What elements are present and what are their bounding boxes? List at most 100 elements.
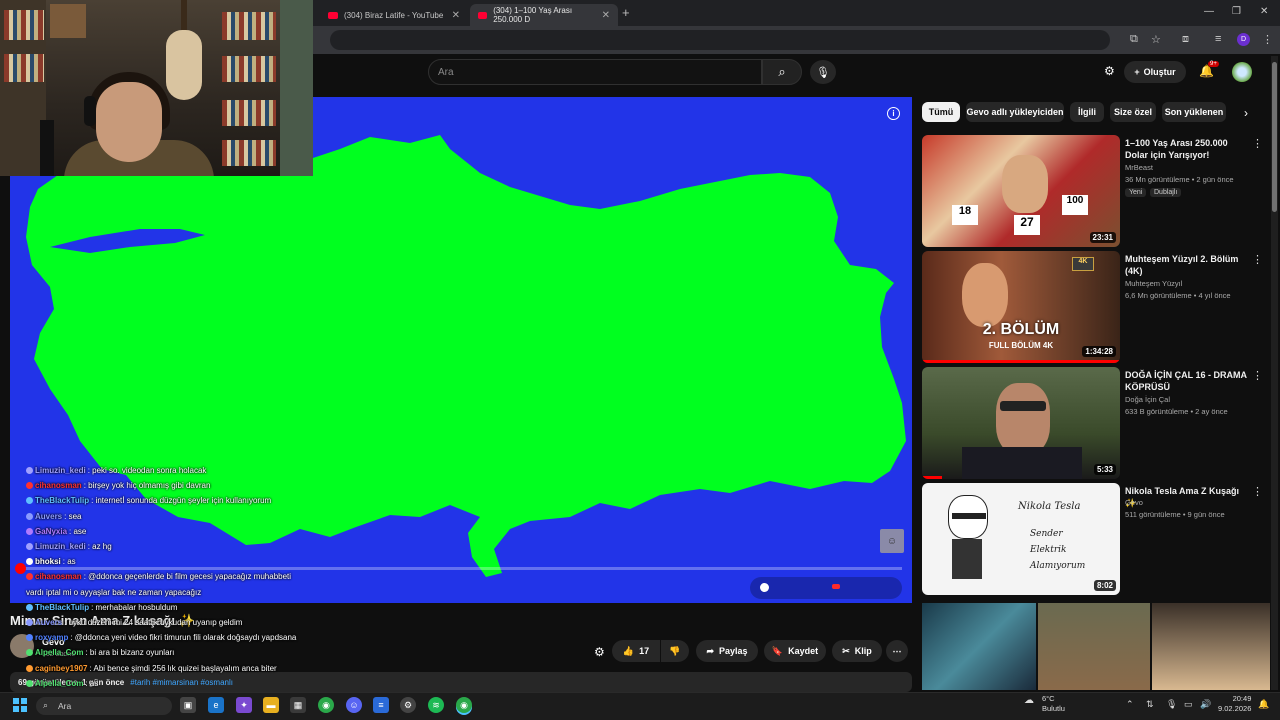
system-clock[interactable]: 20:49 9.02.2026 <box>1218 694 1251 714</box>
chip-recent[interactable]: Son yüklenen <box>1162 102 1226 122</box>
video-thumbnail[interactable]: 4K 2. BÖLÜM FULL BÖLÜM 4K 1:34:28 <box>922 251 1120 363</box>
thumbnail-text: Alamıyorum <box>1030 561 1086 571</box>
recommendation-title[interactable]: 1–100 Yaş Arası 250.000 Dolar için Yarış… <box>1125 137 1247 161</box>
new-badge: Yeni <box>1125 188 1147 197</box>
video-thumbnail[interactable]: 27 18 100 23:31 <box>922 135 1120 247</box>
network-icon[interactable]: ⇅ <box>1146 699 1154 710</box>
voice-search-button[interactable]: 🎙 <box>810 60 836 84</box>
chip-all[interactable]: Tümü <box>922 102 960 122</box>
spotify-icon[interactable]: ≋ <box>428 697 444 713</box>
chat-message: roxyamp: @ddonca yeni video fikri timuru… <box>26 633 296 642</box>
mic-tray-icon[interactable]: 🎙 <box>1166 699 1177 710</box>
channel-name[interactable]: Gevo <box>42 637 65 647</box>
clip-button[interactable]: ✂ Klip <box>832 640 882 662</box>
description-box[interactable]: 69 görüntüleme 1 gün önce #tarih #mimarsi… <box>10 672 912 692</box>
recommendation-channel[interactable]: Doğa İçin Çal <box>1125 395 1170 404</box>
browser-tab-2[interactable]: (304) 1–100 Yaş Arası 250.000 D ✕ <box>470 4 618 26</box>
tab-title: (304) Biraz Latife - YouTube <box>344 10 444 20</box>
info-icon[interactable]: i <box>887 107 900 120</box>
like-button[interactable]: 👍 17 <box>612 640 660 662</box>
thumbnail-text: Elektrik <box>1030 545 1067 555</box>
weather-widget[interactable]: ☁ 6°C Bulutlu <box>1024 694 1065 714</box>
chevron-right-icon[interactable]: › <box>1244 106 1248 120</box>
settings-icon[interactable]: ⚙ <box>400 697 416 713</box>
kebab-menu-icon[interactable]: ⋮ <box>1252 137 1263 150</box>
taskbar-search-label: Ara <box>58 701 72 711</box>
close-icon[interactable]: ✕ <box>602 10 610 21</box>
kebab-menu-icon[interactable]: ⋮ <box>1252 369 1263 382</box>
video-thumbnail[interactable] <box>922 603 1036 690</box>
chat-message: TheBlackTulip: merhabalar hosbuldum <box>26 603 177 612</box>
discord-icon[interactable]: ☺ <box>346 697 362 713</box>
chrome-icon[interactable]: ◉ <box>318 697 334 713</box>
store-icon[interactable]: ▦ <box>290 697 306 713</box>
channel-watermark[interactable]: ☺ <box>880 529 904 553</box>
search-button[interactable]: ⌕ <box>762 59 802 85</box>
clip-label: Klip <box>854 646 872 656</box>
copilot-icon[interactable]: ✦ <box>236 697 252 713</box>
dislike-button[interactable]: 👎 <box>661 640 689 662</box>
recommendation-channel[interactable]: MrBeast <box>1125 163 1153 172</box>
recommendation-channel[interactable]: Muhteşem Yüzyıl <box>1125 279 1182 288</box>
more-actions-button[interactable]: ⋯ <box>886 640 908 662</box>
progress-bar[interactable] <box>15 563 902 574</box>
account-avatar[interactable] <box>1232 62 1252 82</box>
profile-avatar[interactable]: D <box>1237 33 1250 46</box>
recommendation-title[interactable]: Muhteşem Yüzyıl 2. Bölüm (4K) <box>1125 253 1247 277</box>
taskbar-search[interactable]: ⌕ Ara <box>36 697 172 715</box>
maximize-icon[interactable]: ❐ <box>1232 6 1241 17</box>
video-thumbnail[interactable]: Nikola Tesla Sender Elektrik Alamıyorum … <box>922 483 1120 595</box>
cast-icon[interactable]: ⧉ <box>1130 33 1138 46</box>
star-icon[interactable]: ☆ <box>1151 33 1161 46</box>
windows-start-button[interactable] <box>13 698 27 712</box>
video-thumbnail[interactable]: 5:33 <box>922 367 1120 479</box>
save-button[interactable]: 🔖 Kaydet <box>764 640 826 662</box>
scrollbar-thumb[interactable] <box>1272 62 1277 212</box>
chat-badge-icon <box>26 603 33 611</box>
chip-related[interactable]: İlgili <box>1070 102 1104 122</box>
chip-from-uploader[interactable]: Gevo adlı yükleyiciden <box>966 102 1064 122</box>
create-button[interactable]: + Oluştur <box>1124 61 1186 83</box>
chat-text: : @ddonca yeni video fikri timurun fili … <box>70 633 297 643</box>
edge-icon[interactable]: e <box>208 697 224 713</box>
share-button[interactable]: ➦ Paylaş <box>696 640 758 662</box>
search-input[interactable]: Ara <box>428 59 762 85</box>
notes-icon[interactable]: ≡ <box>373 697 389 713</box>
recommendation-channel[interactable]: Gevo <box>1125 498 1143 507</box>
browser-tab-1[interactable]: (304) Biraz Latife - YouTube ✕ <box>320 4 468 26</box>
scissors-icon: ✂ <box>842 645 850 656</box>
notification-icon[interactable]: 🔔 <box>1258 699 1269 710</box>
progress-knob[interactable] <box>15 563 26 574</box>
media-icon[interactable]: ≡ <box>1215 33 1221 45</box>
close-icon[interactable]: ✕ <box>452 10 460 21</box>
recommendation-item[interactable]: 27 18 100 23:31 1–100 Yaş Arası 250.000 … <box>922 135 1270 247</box>
recommendation-title[interactable]: Nikola Tesla Ama Z Kuşağı ✨ <box>1125 485 1247 509</box>
extensions-icon[interactable]: ⧈ <box>1182 33 1189 46</box>
new-tab-button[interactable]: + <box>622 5 630 20</box>
channel-avatar[interactable] <box>10 634 34 658</box>
file-explorer-icon[interactable]: ▬ <box>263 697 279 713</box>
task-view-icon[interactable]: ▣ <box>180 697 196 713</box>
recommendation-title[interactable]: DOĞA İÇİN ÇAL 16 - DRAMA KÖPRÜSÜ <box>1125 369 1247 393</box>
duration-badge: 8:02 <box>1093 580 1116 591</box>
chrome-active-icon[interactable]: ◉ <box>456 697 472 713</box>
hashtags[interactable]: #tarih #mimarsinan #osmanlı <box>130 678 233 687</box>
share-label: Paylaş <box>719 646 748 656</box>
address-bar[interactable] <box>330 30 1110 50</box>
chip-for-you[interactable]: Size özel <box>1110 102 1156 122</box>
recommendation-item[interactable]: 4K 2. BÖLÜM FULL BÖLÜM 4K 1:34:28 Muhteş… <box>922 251 1270 363</box>
pause-indicator <box>760 583 769 592</box>
recommendation-item[interactable]: Nikola Tesla Sender Elektrik Alamıyorum … <box>922 483 1270 595</box>
speaker-icon[interactable]: 🔊 <box>1200 699 1211 710</box>
close-window-icon[interactable]: ✕ <box>1260 6 1268 17</box>
minimize-icon[interactable]: — <box>1204 6 1214 17</box>
kebab-menu-icon[interactable]: ⋮ <box>1252 253 1263 266</box>
sparkle-gear-icon[interactable]: ⚙ <box>594 645 605 659</box>
recommendation-item[interactable] <box>922 603 1270 690</box>
upload-gear-icon[interactable]: ⚙ <box>1104 64 1115 78</box>
recommendation-item[interactable]: 5:33 DOĞA İÇİN ÇAL 16 - DRAMA KÖPRÜSÜ Do… <box>922 367 1270 479</box>
menu-icon[interactable]: ⋮ <box>1262 33 1273 46</box>
kebab-menu-icon[interactable]: ⋮ <box>1252 485 1263 498</box>
display-icon[interactable]: ▭ <box>1184 699 1193 710</box>
chevron-up-icon[interactable]: ⌃ <box>1126 699 1134 710</box>
